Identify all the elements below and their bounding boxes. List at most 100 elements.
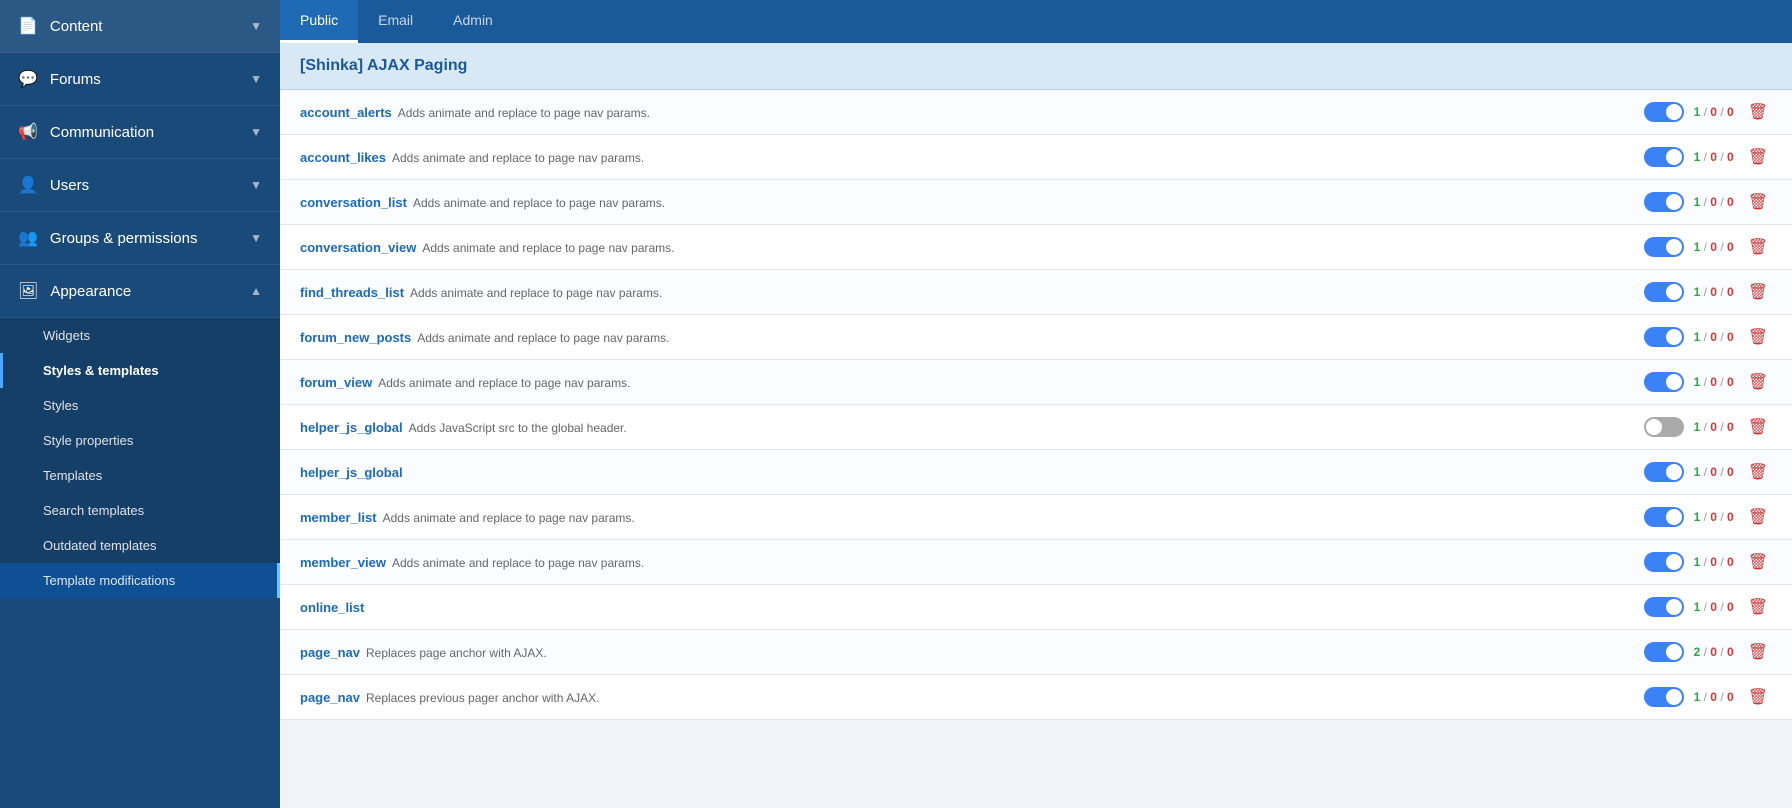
template-desc: Replaces previous pager anchor with AJAX… (366, 691, 599, 705)
template-info: helper_js_global Adds JavaScript src to … (300, 420, 1644, 435)
toggle-switch[interactable] (1644, 687, 1684, 707)
template-controls: 2 / 0 / 0 🗑 (1644, 640, 1772, 664)
sidebar-item-communication[interactable]: 📢 Communication ▼ (0, 106, 280, 159)
sidebar-item-content[interactable]: 📄 Content ▼ (0, 0, 280, 53)
toggle-switch[interactable] (1644, 417, 1684, 437)
toggle-switch[interactable] (1644, 282, 1684, 302)
delete-button[interactable]: 🗑 (1744, 640, 1772, 664)
template-name[interactable]: conversation_view (300, 240, 416, 255)
template-row: forum_view Adds animate and replace to p… (280, 360, 1792, 405)
content-area: [Shinka] AJAX Paging account_alerts Adds… (280, 43, 1792, 808)
content-icon: 📄 (18, 16, 38, 36)
tab-public[interactable]: Public (280, 0, 358, 43)
template-name[interactable]: page_nav (300, 690, 360, 705)
delete-button[interactable]: 🗑 (1744, 415, 1772, 439)
template-counts: 1 / 0 / 0 (1694, 150, 1734, 164)
template-name[interactable]: forum_view (300, 375, 372, 390)
toggle-switch[interactable] (1644, 192, 1684, 212)
template-name[interactable]: conversation_list (300, 195, 407, 210)
delete-button[interactable]: 🗑 (1744, 370, 1772, 394)
chevron-icon: ▲ (250, 284, 262, 298)
template-name[interactable]: page_nav (300, 645, 360, 660)
sidebar-sub-item-widgets[interactable]: Widgets (0, 318, 280, 353)
toggle-switch[interactable] (1644, 147, 1684, 167)
main-content: PublicEmailAdmin [Shinka] AJAX Paging ac… (280, 0, 1792, 808)
chevron-icon: ▼ (250, 19, 262, 33)
delete-button[interactable]: 🗑 (1744, 685, 1772, 709)
delete-button[interactable]: 🗑 (1744, 460, 1772, 484)
toggle-switch[interactable] (1644, 372, 1684, 392)
sidebar-item-groups[interactable]: 👥 Groups & permissions ▼ (0, 212, 280, 265)
delete-button[interactable]: 🗑 (1744, 325, 1772, 349)
template-info: conversation_list Adds animate and repla… (300, 195, 1644, 210)
delete-button[interactable]: 🗑 (1744, 505, 1772, 529)
template-name[interactable]: helper_js_global (300, 420, 403, 435)
sidebar-sub-item-templates[interactable]: Templates (0, 458, 280, 493)
sidebar-item-users[interactable]: 👤 Users ▼ (0, 159, 280, 212)
sidebar-item-appearance[interactable]: 🖼 Appearance ▲ (0, 265, 280, 318)
delete-button[interactable]: 🗑 (1744, 550, 1772, 574)
template-name[interactable]: helper_js_global (300, 465, 403, 480)
sidebar-sub-item-style-properties[interactable]: Style properties (0, 423, 280, 458)
template-controls: 1 / 0 / 0 🗑 (1644, 550, 1772, 574)
sidebar-item-forums[interactable]: 💬 Forums ▼ (0, 53, 280, 106)
template-row: conversation_view Adds animate and repla… (280, 225, 1792, 270)
template-controls: 1 / 0 / 0 🗑 (1644, 280, 1772, 304)
sidebar-item-label: Users (50, 177, 89, 194)
section-header: [Shinka] AJAX Paging (280, 43, 1792, 90)
appearance-submenu: WidgetsStyles & templatesStylesStyle pro… (0, 318, 280, 598)
toggle-switch[interactable] (1644, 102, 1684, 122)
toggle-switch[interactable] (1644, 237, 1684, 257)
template-counts: 1 / 0 / 0 (1694, 195, 1734, 209)
toggle-switch[interactable] (1644, 507, 1684, 527)
sidebar-sub-item-styles-templates[interactable]: Styles & templates (0, 353, 280, 388)
template-name[interactable]: forum_new_posts (300, 330, 411, 345)
delete-button[interactable]: 🗑 (1744, 280, 1772, 304)
tabs-bar: PublicEmailAdmin (280, 0, 1792, 43)
template-info: page_nav Replaces page anchor with AJAX. (300, 645, 1644, 660)
template-controls: 1 / 0 / 0 🗑 (1644, 460, 1772, 484)
template-controls: 1 / 0 / 0 🗑 (1644, 145, 1772, 169)
template-name[interactable]: online_list (300, 600, 364, 615)
template-name[interactable]: account_alerts (300, 105, 392, 120)
template-info: helper_js_global (300, 465, 1644, 480)
tab-admin[interactable]: Admin (433, 0, 513, 43)
template-desc: Adds animate and replace to page nav par… (410, 286, 662, 300)
delete-button[interactable]: 🗑 (1744, 100, 1772, 124)
template-name[interactable]: member_view (300, 555, 386, 570)
delete-button[interactable]: 🗑 (1744, 145, 1772, 169)
delete-button[interactable]: 🗑 (1744, 190, 1772, 214)
toggle-switch[interactable] (1644, 327, 1684, 347)
toggle-switch[interactable] (1644, 597, 1684, 617)
template-controls: 1 / 0 / 0 🗑 (1644, 235, 1772, 259)
sidebar-sub-item-template-modifications[interactable]: Template modifications (0, 563, 280, 598)
template-row: conversation_list Adds animate and repla… (280, 180, 1792, 225)
template-row: forum_new_posts Adds animate and replace… (280, 315, 1792, 360)
sidebar-item-label: Content (50, 18, 103, 35)
template-row: helper_js_global Adds JavaScript src to … (280, 405, 1792, 450)
template-counts: 1 / 0 / 0 (1694, 555, 1734, 569)
template-row: account_likes Adds animate and replace t… (280, 135, 1792, 180)
template-controls: 1 / 0 / 0 🗑 (1644, 415, 1772, 439)
template-name[interactable]: member_list (300, 510, 377, 525)
template-counts: 2 / 0 / 0 (1694, 645, 1734, 659)
delete-button[interactable]: 🗑 (1744, 595, 1772, 619)
template-desc: Replaces page anchor with AJAX. (366, 646, 547, 660)
tab-email[interactable]: Email (358, 0, 433, 43)
template-info: account_alerts Adds animate and replace … (300, 105, 1644, 120)
sidebar-sub-item-styles[interactable]: Styles (0, 388, 280, 423)
delete-button[interactable]: 🗑 (1744, 235, 1772, 259)
sidebar-sub-item-search-templates[interactable]: Search templates (0, 493, 280, 528)
template-info: account_likes Adds animate and replace t… (300, 150, 1644, 165)
chevron-icon: ▼ (250, 125, 262, 139)
template-name[interactable]: account_likes (300, 150, 386, 165)
toggle-switch[interactable] (1644, 552, 1684, 572)
toggle-switch[interactable] (1644, 642, 1684, 662)
template-desc: Adds animate and replace to page nav par… (392, 151, 644, 165)
template-info: page_nav Replaces previous pager anchor … (300, 690, 1644, 705)
template-name[interactable]: find_threads_list (300, 285, 404, 300)
template-counts: 1 / 0 / 0 (1694, 375, 1734, 389)
toggle-switch[interactable] (1644, 462, 1684, 482)
template-controls: 1 / 0 / 0 🗑 (1644, 190, 1772, 214)
sidebar-sub-item-outdated-templates[interactable]: Outdated templates (0, 528, 280, 563)
